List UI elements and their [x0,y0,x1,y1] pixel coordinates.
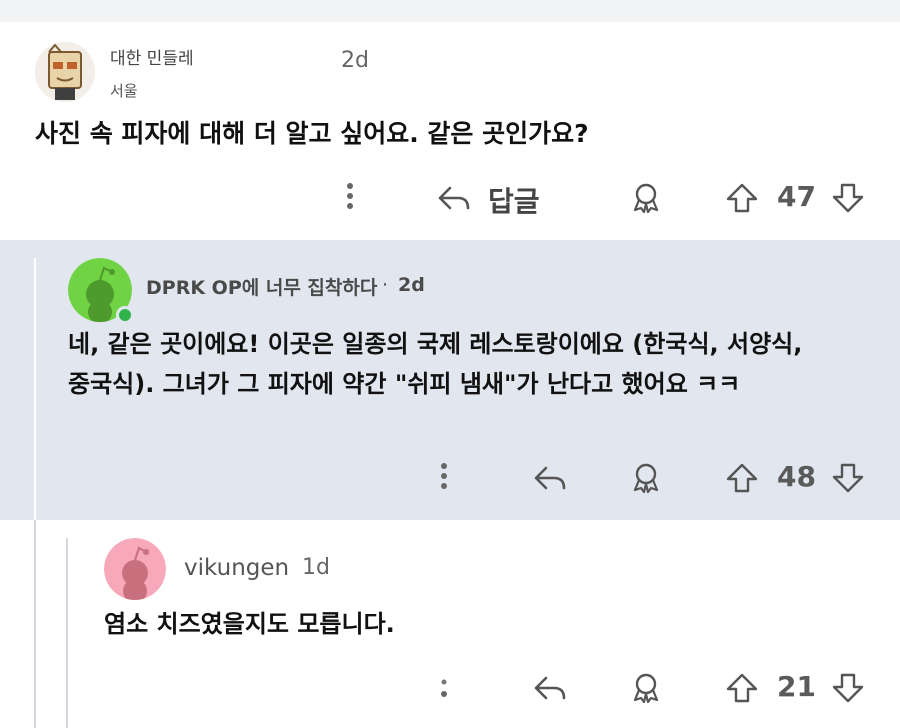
vote-count: 48 [777,460,816,493]
reply-button[interactable] [530,458,570,498]
more-options-button[interactable] [426,668,462,704]
upvote-button[interactable] [722,178,762,218]
top-strip [0,0,900,22]
user-avatar-icon [35,42,95,102]
thread-line-nested [66,538,68,728]
reply-button[interactable] [530,668,570,708]
thread-line [34,258,36,520]
username[interactable]: 대한 민들레 [110,44,194,69]
avatar[interactable] [104,538,166,600]
downvote-arrow-icon [832,463,864,493]
downvote-button[interactable] [828,668,868,708]
more-vertical-icon [441,679,447,697]
more-vertical-icon [441,463,447,489]
comment-1: 대한 민들레 서울 2d 사진 속 피자에 대해 더 알고 싶어요. 같은 곳인… [0,22,900,240]
downvote-button[interactable] [828,178,868,218]
snoo-avatar-icon [104,538,166,600]
reply-button[interactable]: 답글 [436,178,556,218]
comment-body: 염소 치즈였을지도 모릅니다. [104,610,395,638]
upvote-button[interactable] [722,458,762,498]
downvote-arrow-icon [832,183,864,213]
reply-arrow-icon [438,186,470,210]
user-flair: 서울 [110,82,138,100]
timestamp: 2d [398,274,425,296]
online-indicator [116,306,134,324]
reply-label: 답글 [488,185,540,218]
comment-2: DPRK OP에 너무 집착하다 · 2d 네, 같은 곳이에요! 이곳은 일종… [0,240,900,520]
upvote-arrow-icon [726,463,758,493]
timestamp: 2d [341,48,369,73]
award-icon [633,183,659,214]
separator: · [382,274,389,296]
downvote-arrow-icon [832,673,864,703]
timestamp: 1d [302,555,330,580]
award-button[interactable] [626,458,666,498]
more-options-button[interactable] [426,458,462,494]
more-options-button[interactable] [332,178,368,214]
reply-arrow-icon [534,466,566,490]
more-vertical-icon [347,183,353,209]
award-icon [633,463,659,494]
avatar[interactable] [35,42,95,102]
thread-line [34,520,36,728]
comment-body-line-2: 중국식). 그녀가 그 피자에 약간 "쉬피 냄새"가 난다고 했어요 ㅋㅋ [68,370,741,398]
vote-count: 47 [777,180,816,213]
upvote-button[interactable] [722,668,762,708]
upvote-arrow-icon [726,183,758,213]
reply-arrow-icon [534,676,566,700]
vote-count: 21 [777,670,816,703]
comment-body-line-1: 네, 같은 곳이에요! 이곳은 일종의 국제 레스토랑이에요 (한국식, 서양식… [68,330,803,358]
award-button[interactable] [626,668,666,708]
upvote-arrow-icon [726,673,758,703]
comment-3: vikungen 1d 염소 치즈였을지도 모릅니다. 21 [0,520,900,728]
award-button[interactable] [626,178,666,218]
downvote-button[interactable] [828,458,868,498]
comment-body: 사진 속 피자에 대해 더 알고 싶어요. 같은 곳인가요? [35,119,589,148]
username[interactable]: vikungen [184,555,289,581]
username[interactable]: DPRK OP에 너무 집착하다 [146,273,377,300]
award-icon [633,673,659,704]
